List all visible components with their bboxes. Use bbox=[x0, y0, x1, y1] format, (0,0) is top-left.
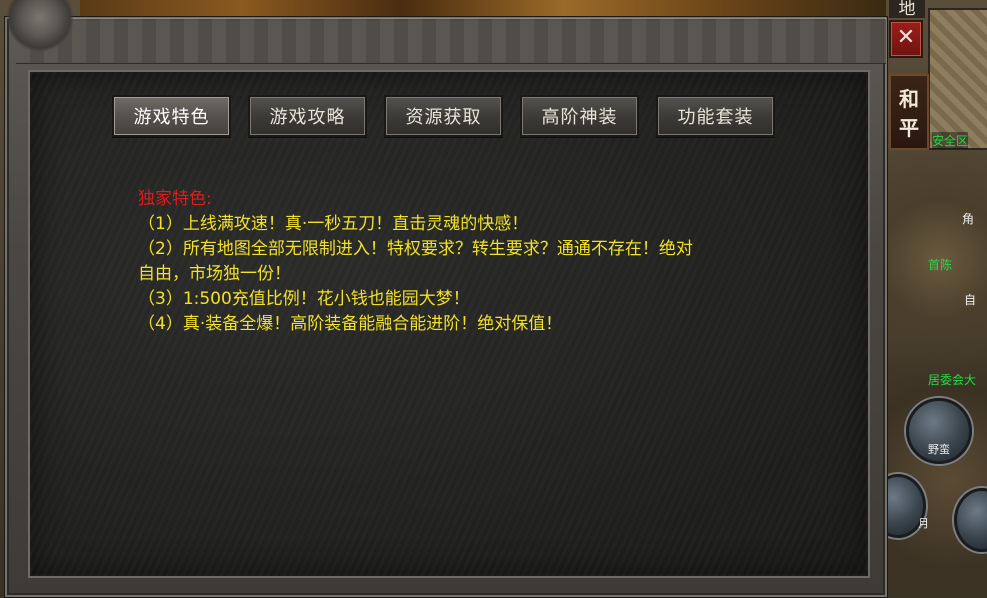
content-heading: 独家特色: bbox=[138, 189, 212, 209]
content-line: （2）所有地图全部无限制进入！特权要求？转生要求？通通不存在！绝对 bbox=[138, 239, 693, 259]
npc-label: 自 bbox=[964, 293, 977, 307]
content-line: （4）真·装备全爆！高阶装备能融合能进阶！绝对保值！ bbox=[138, 314, 563, 334]
tab-bar: 游戏特色 游戏攻略 资源获取 高阶神装 功能套装 bbox=[112, 95, 775, 137]
panel-title-bar bbox=[16, 18, 886, 64]
content-line: 自由，市场独一份！ bbox=[138, 264, 291, 284]
npc-label: 角 bbox=[962, 212, 975, 226]
minimap[interactable] bbox=[928, 8, 987, 150]
skill-label: 野蛮 bbox=[928, 443, 950, 456]
map-indicator: 地 bbox=[889, 0, 925, 18]
close-button[interactable]: ✕ bbox=[889, 20, 923, 58]
npc-label: 首陈 bbox=[928, 258, 953, 272]
tab-high-tier-gear[interactable]: 高阶神装 bbox=[520, 95, 639, 137]
tab-resource-acquisition[interactable]: 资源获取 bbox=[384, 95, 503, 137]
dragon-ornament-icon bbox=[0, 0, 80, 60]
peace-mode-toggle[interactable]: 和 平 bbox=[889, 74, 929, 150]
tab-game-features[interactable]: 游戏特色 bbox=[112, 95, 231, 137]
peace-mode-char-1: 和 bbox=[899, 87, 919, 111]
tab-game-guide[interactable]: 游戏攻略 bbox=[248, 95, 367, 137]
safe-zone-label: 安全区 bbox=[932, 132, 969, 149]
skill-button-savage[interactable]: 野蛮 bbox=[906, 398, 972, 464]
content-line: （3）1:500充值比例！花小钱也能园大梦！ bbox=[138, 289, 470, 309]
content-line: （1）上线满攻速！真·一秒五刀！直击灵魂的快感！ bbox=[138, 214, 529, 234]
feature-description: 独家特色: （1）上线满攻速！真·一秒五刀！直击灵魂的快感！ （2）所有地图全部… bbox=[138, 187, 818, 337]
tab-function-sets[interactable]: 功能套装 bbox=[656, 95, 775, 137]
peace-mode-char-2: 平 bbox=[899, 116, 919, 140]
npc-label: 居委会大 bbox=[928, 373, 977, 387]
